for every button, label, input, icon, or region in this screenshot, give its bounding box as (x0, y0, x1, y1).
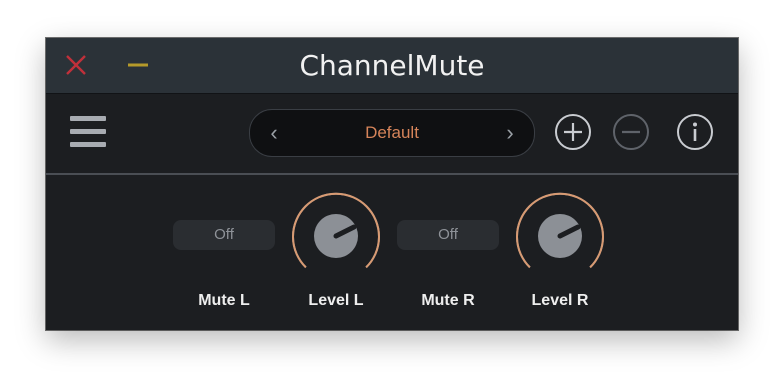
hamburger-menu-icon-line (70, 142, 106, 147)
minus-circle-icon (613, 114, 649, 150)
level-l-label: Level L (308, 292, 364, 309)
level-r-label: Level R (531, 292, 589, 309)
mute-l-label: Mute L (198, 292, 250, 309)
chevron-right-icon[interactable]: › (492, 110, 528, 156)
toolbar: ‹ Default › (46, 94, 738, 174)
mute-r-label: Mute R (421, 292, 475, 309)
level-l-knob[interactable] (290, 190, 382, 282)
window-title: ChannelMute (299, 49, 485, 82)
title-bar: ChannelMute (46, 38, 738, 94)
preset-selector: ‹ Default › (249, 109, 535, 157)
controls-panel: Off Mute L Level L Off Mute R Level R (46, 175, 738, 330)
mute-r-toggle[interactable]: Off (397, 220, 499, 250)
hamburger-menu-icon-line (70, 129, 106, 134)
plugin-window: ChannelMute ‹ Default › Off Mute L Level… (46, 38, 738, 330)
plus-circle-icon (555, 114, 591, 150)
menu-button[interactable] (70, 116, 106, 150)
add-preset-button[interactable] (554, 113, 592, 151)
level-r-knob[interactable] (514, 190, 606, 282)
info-button[interactable] (676, 113, 714, 151)
remove-preset-button[interactable] (612, 113, 650, 151)
chevron-left-icon[interactable]: ‹ (256, 110, 292, 156)
mute-l-toggle[interactable]: Off (173, 220, 275, 250)
preset-name[interactable]: Default (290, 110, 494, 156)
info-circle-icon (677, 114, 713, 150)
hamburger-menu-icon (70, 116, 106, 121)
